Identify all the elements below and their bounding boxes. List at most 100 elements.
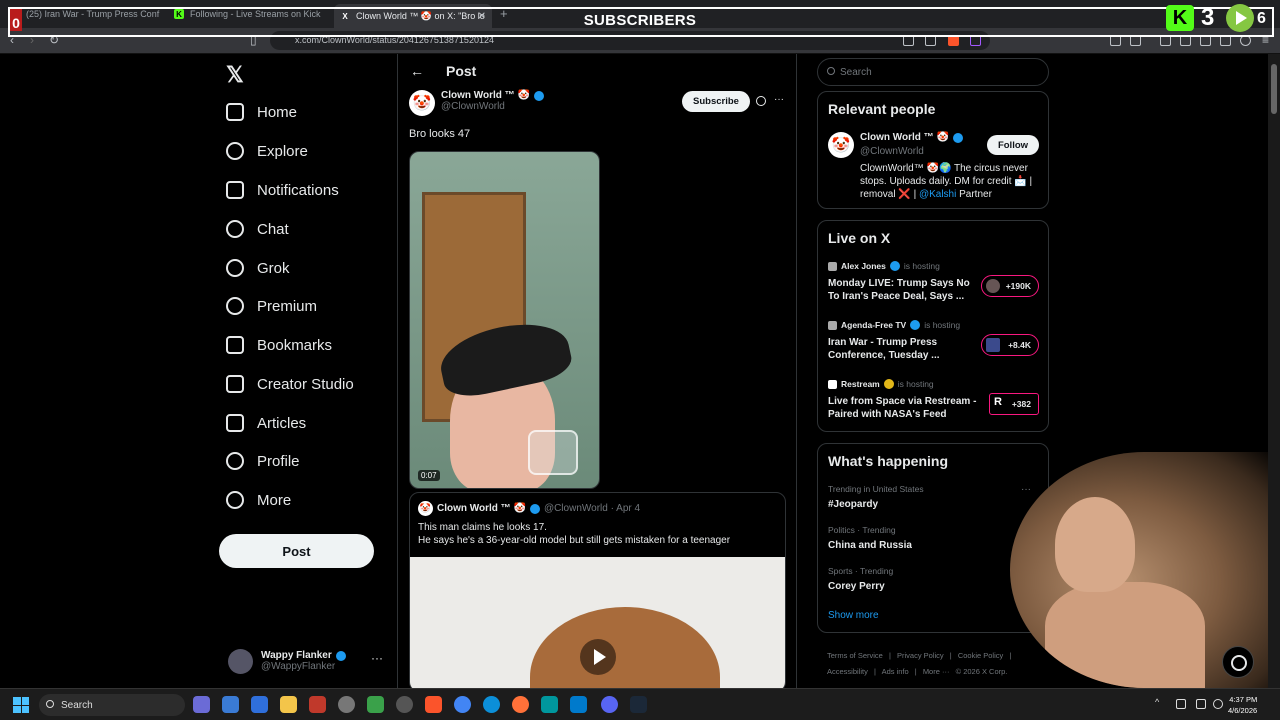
steam-icon[interactable] <box>630 696 647 713</box>
vscode-icon[interactable] <box>570 696 587 713</box>
live-listener-badge[interactable]: R +382 <box>989 393 1039 415</box>
back-arrow-icon[interactable]: ← <box>410 63 424 79</box>
discord-icon[interactable] <box>601 696 618 713</box>
post-author[interactable]: 🤡 Clown World ™ 🤡 @ClownWorld <box>409 90 544 116</box>
reload-icon[interactable]: ↻ <box>49 33 59 47</box>
sidebar-item-chat[interactable]: Chat <box>226 214 289 244</box>
relevant-name-row[interactable]: Clown World ™ 🤡 <box>860 132 963 143</box>
sidebar-item-creator-studio[interactable]: Creator Studio <box>226 369 354 399</box>
clown-avatar: 🤡 <box>418 501 433 516</box>
file-explorer-icon[interactable] <box>280 696 297 713</box>
microphone-icon[interactable] <box>1176 699 1186 709</box>
downloads-icon[interactable] <box>1200 35 1211 46</box>
footer-link[interactable]: More ··· <box>923 667 950 676</box>
chevron-up-icon[interactable]: ^ <box>1155 697 1165 707</box>
forward-icon[interactable]: › <box>30 33 34 47</box>
verified-badge-icon <box>910 320 921 330</box>
display-icon[interactable] <box>1196 699 1206 709</box>
footer-link[interactable]: Terms of Service <box>827 651 883 660</box>
footer-link[interactable]: Privacy Policy <box>897 651 944 660</box>
trend-item[interactable]: Politics · Trending China and Russia <box>828 525 912 551</box>
back-icon[interactable]: ‹ <box>10 33 14 47</box>
post-video[interactable]: 0:07 <box>409 151 600 489</box>
github-icon[interactable] <box>396 696 413 713</box>
live-listener-badge[interactable]: +8.4K <box>981 334 1039 356</box>
follow-button[interactable]: Follow <box>987 135 1039 155</box>
author-handle[interactable]: @ClownWorld <box>441 101 544 112</box>
live-item[interactable]: Agenda-Free TV is hosting Iran War - Tru… <box>828 320 1040 362</box>
live-listener-badge[interactable]: +190K <box>981 275 1039 297</box>
show-more-link[interactable]: Show more <box>828 610 879 621</box>
screenshot-icon[interactable] <box>903 35 914 46</box>
sidebar-item-articles[interactable]: Articles <box>226 408 306 438</box>
chrome-icon[interactable] <box>454 696 471 713</box>
article-icon <box>226 414 244 432</box>
verified-badge-icon <box>952 132 963 143</box>
clock-time: 4:37 PM <box>1229 695 1258 704</box>
share-icon[interactable] <box>925 35 936 46</box>
copilot-icon[interactable] <box>193 696 210 713</box>
sidebar-item-grok[interactable]: Grok <box>226 253 290 283</box>
subscribe-button[interactable]: Subscribe <box>682 91 750 112</box>
messages-icon[interactable] <box>1222 646 1254 678</box>
grok-icon[interactable] <box>756 96 766 106</box>
post-button[interactable]: Post <box>219 534 374 568</box>
scrollbar[interactable] <box>1268 54 1280 688</box>
brave-shield-icon[interactable] <box>948 35 959 46</box>
play-icon[interactable] <box>580 639 616 675</box>
remote-desktop-icon[interactable] <box>251 696 268 713</box>
footer-link[interactable]: Cookie Policy <box>958 651 1003 660</box>
x-logo-icon[interactable]: 𝕏 <box>226 62 244 88</box>
footer-link[interactable]: Ads info <box>882 667 909 676</box>
rewards-icon[interactable] <box>970 35 981 46</box>
live-host-name: Agenda-Free TV <box>841 320 907 330</box>
taskbar-clock[interactable]: 4:37 PM 4/6/2026 <box>1228 694 1257 716</box>
windows-start-icon[interactable] <box>13 697 29 713</box>
sidebar-item-home[interactable]: Home <box>226 97 297 127</box>
firefox-icon[interactable] <box>512 696 529 713</box>
sidebar-icon[interactable] <box>1180 35 1191 46</box>
media-icon[interactable] <box>1160 35 1171 46</box>
trend-item[interactable]: Sports · Trending Corey Perry <box>828 566 893 592</box>
sidebar-item-bookmarks[interactable]: Bookmarks <box>226 330 332 360</box>
url-field[interactable]: x.com/ClownWorld/status/2041267513871520… <box>270 31 990 50</box>
vpn-icon[interactable] <box>1240 35 1251 46</box>
sidebar-item-profile[interactable]: Profile <box>226 446 300 476</box>
edge-icon[interactable] <box>483 696 500 713</box>
brave-icon[interactable] <box>425 696 442 713</box>
obs-icon[interactable] <box>338 696 355 713</box>
sidebar-item-more[interactable]: More <box>226 485 291 515</box>
taskbar-search-input[interactable]: Search <box>39 694 185 716</box>
quoted-video-frame <box>530 607 720 688</box>
live-item[interactable]: Alex Jones is hosting Monday LIVE: Trump… <box>828 261 1040 303</box>
trend-more-icon[interactable]: ··· <box>1021 484 1031 495</box>
netflix-icon[interactable] <box>309 696 326 713</box>
account-more-icon[interactable]: ··· <box>371 651 383 665</box>
clown-avatar[interactable]: 🤡 <box>409 90 435 116</box>
sidebar-item-explore[interactable]: Explore <box>226 136 308 166</box>
trend-item[interactable]: Trending in United States #Jeopardy <box>828 484 924 510</box>
quoted-post[interactable]: 🤡 Clown World ™ 🤡 @ClownWorld · Apr 4 Th… <box>409 492 786 688</box>
scrollbar-thumb[interactable] <box>1271 64 1277 114</box>
search-input[interactable]: Search <box>817 58 1049 86</box>
volume-icon[interactable] <box>1213 699 1223 709</box>
phone-link-icon[interactable] <box>222 696 239 713</box>
bookmark-star-icon[interactable]: ▯ <box>250 33 257 47</box>
extensions-icon[interactable] <box>1110 35 1121 46</box>
live-item[interactable]: Restream is hosting Live from Space via … <box>828 379 1040 421</box>
wallet-icon[interactable] <box>1130 35 1141 46</box>
sidebar-item-premium[interactable]: Premium <box>226 291 317 321</box>
footer-link[interactable]: Accessibility <box>827 667 868 676</box>
leo-icon[interactable] <box>1220 35 1231 46</box>
arduino-icon[interactable] <box>541 696 558 713</box>
streaming-app-icon[interactable] <box>367 696 384 713</box>
trend-name: #Jeopardy <box>828 499 879 510</box>
account-switcher[interactable]: Wappy Flanker @WappyFlanker <box>228 644 346 678</box>
trend-name: China and Russia <box>828 540 912 551</box>
menu-icon[interactable]: ≡ <box>1262 33 1269 47</box>
quoted-video[interactable] <box>410 557 785 688</box>
bio-link[interactable]: @Kalshi <box>919 189 956 200</box>
more-options-icon[interactable]: ··· <box>774 94 784 105</box>
sidebar-item-notifications[interactable]: Notifications <box>226 175 339 205</box>
clown-avatar[interactable]: 🤡 <box>828 132 854 158</box>
